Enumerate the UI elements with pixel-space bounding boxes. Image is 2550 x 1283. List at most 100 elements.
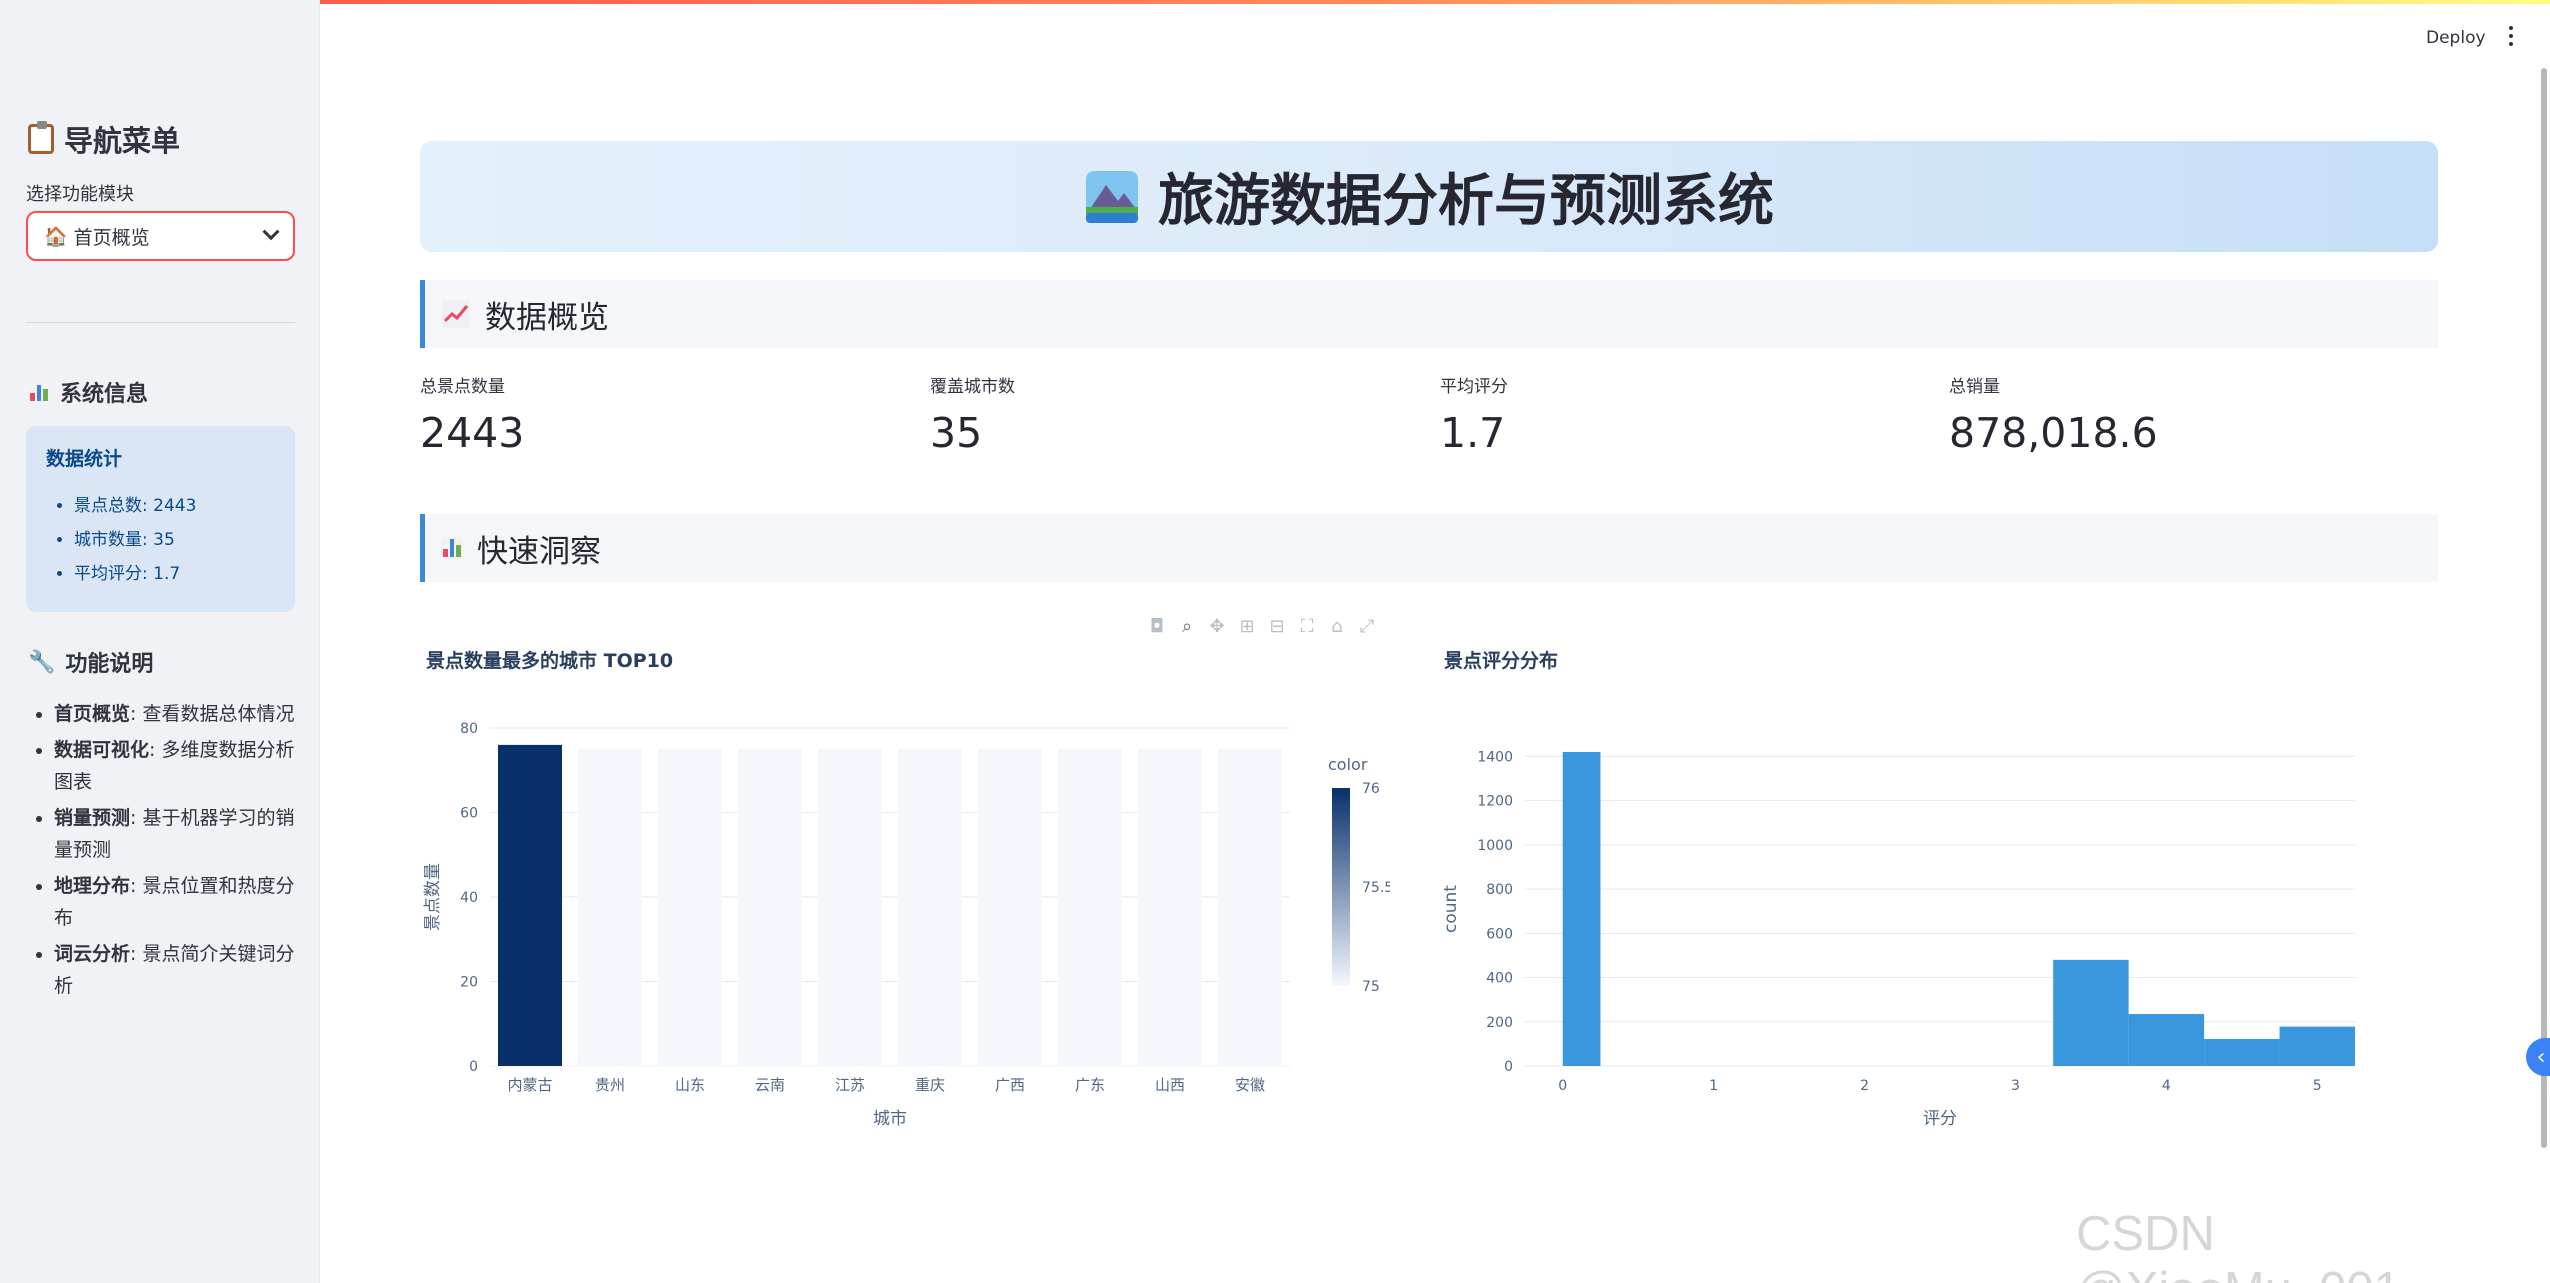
zoom-out-icon[interactable]: ⊟	[1268, 616, 1286, 637]
metric-value: 35	[930, 409, 983, 457]
x-tick-label: 1	[1709, 1078, 1718, 1094]
x-tick-label: 0	[1558, 1078, 1567, 1094]
y-tick-label: 40	[460, 890, 478, 906]
scrollbar[interactable]	[2541, 68, 2547, 1148]
stats-item: 平均评分: 1.7	[74, 559, 275, 584]
city-top10-chart: 0 20 40 60 80 内蒙古 贵州 山东 云南 江苏 重庆 广西 广东 山西 安徽城市 景点数量 colo…	[423, 721, 1390, 1129]
stats-list: 景点总数: 2443 城市数量: 35 平均评分: 1.7	[46, 491, 275, 584]
x-tick-label: 云南	[755, 1076, 785, 1094]
x-tick-label: 重庆	[915, 1076, 945, 1094]
zoom-in-icon[interactable]: ⊞	[1238, 616, 1256, 637]
chart1-title: 景点数量最多的城市 TOP10	[426, 650, 674, 672]
x-axis-label: 城市	[873, 1109, 907, 1129]
feature-item: 地理分布: 景点位置和热度分布	[54, 870, 296, 934]
metric-total-spots: 总景点数量 2443	[420, 372, 524, 457]
bar	[1218, 749, 1282, 1066]
x-tick-label: 5	[2313, 1078, 2322, 1094]
zoom-icon[interactable]: ⌕	[1178, 616, 1196, 637]
metric-value: 878,018.6	[1949, 409, 2158, 457]
histogram-bar	[2204, 1039, 2280, 1066]
y-tick-label: 80	[460, 721, 478, 737]
y-axis-label: count	[1441, 885, 1461, 933]
deploy-button[interactable]: Deploy	[2426, 28, 2486, 48]
x-axis-label: 评分	[1923, 1109, 1957, 1129]
module-select[interactable]: 🏠 首页概览	[26, 211, 295, 261]
x-tick-label: 内蒙古	[507, 1076, 552, 1094]
y-tick-label: 1000	[1477, 838, 1513, 854]
colorbar-title: color	[1328, 755, 1368, 774]
metric-cities: 覆盖城市数 35	[930, 372, 1015, 457]
overview-section-header: 数据概览	[420, 280, 2438, 348]
y-tick-label: 0	[469, 1059, 478, 1075]
x-tick-label: 贵州	[595, 1076, 625, 1094]
bar-chart-icon	[28, 381, 50, 403]
bar	[1058, 749, 1122, 1066]
bar	[658, 749, 722, 1066]
x-tick-label: 3	[2011, 1078, 2020, 1094]
feature-item: 首页概览: 查看数据总体情况	[54, 698, 296, 730]
y-tick-label: 200	[1486, 1015, 1513, 1031]
y-tick-label: 0	[1504, 1059, 1513, 1075]
chevron-down-icon	[262, 223, 280, 241]
chevron-left-icon[interactable]: ‹	[2526, 1038, 2550, 1076]
y-tick-label: 600	[1486, 926, 1513, 942]
y-tick-label: 400	[1486, 971, 1513, 987]
feature-item: 数据可视化: 多维度数据分析图表	[54, 734, 296, 798]
metric-avg-rating: 平均评分 1.7	[1440, 372, 1508, 457]
system-info-heading: 系统信息	[28, 376, 148, 408]
autoscale-icon[interactable]: ⛶	[1298, 616, 1316, 637]
camera-icon[interactable]: ◘	[1148, 616, 1166, 637]
y-tick-label: 20	[460, 975, 478, 991]
y-tick-label: 1400	[1477, 749, 1513, 765]
sidebar-title: 导航菜单	[28, 118, 180, 160]
x-tick-label: 江苏	[835, 1076, 865, 1094]
select-label: 选择功能模块	[26, 184, 134, 205]
bar	[818, 749, 882, 1066]
fullscreen-icon[interactable]: ⤢	[1358, 616, 1376, 637]
metric-value: 2443	[420, 409, 525, 457]
stats-info-box: 数据统计 景点总数: 2443 城市数量: 35 平均评分: 1.7	[26, 426, 295, 612]
top-accent-bar	[0, 0, 2550, 4]
y-tick-label: 1200	[1477, 794, 1513, 810]
stats-box-title: 数据统计	[46, 448, 123, 470]
features-heading: 🔧 功能说明	[28, 649, 154, 678]
bar	[498, 744, 562, 1066]
histogram-bar	[2279, 1026, 2355, 1066]
landscape-icon	[1086, 170, 1138, 223]
y-axis-label: 景点数量	[423, 863, 443, 931]
bar-chart-icon	[441, 537, 463, 559]
metric-label: 覆盖城市数	[930, 377, 1015, 397]
stats-item: 城市数量: 35	[74, 525, 275, 550]
x-tick-label: 山西	[1155, 1076, 1185, 1094]
x-tick-label: 2	[1860, 1078, 1869, 1094]
insights-section-header: 快速洞察	[420, 514, 2438, 582]
metric-label: 总景点数量	[420, 377, 505, 397]
clipboard-icon	[28, 121, 54, 154]
y-tick-label: 60	[460, 806, 478, 822]
home-icon[interactable]: ⌂	[1328, 616, 1346, 637]
feature-item: 销量预测: 基于机器学习的销量预测	[54, 802, 296, 866]
module-select-value: 首页概览	[73, 226, 150, 249]
house-icon: 🏠	[44, 225, 68, 248]
sidebar: 导航菜单 选择功能模块 🏠 首页概览 系统信息 数据统计 景点总数: 2443 …	[0, 0, 320, 1283]
bar	[978, 749, 1042, 1066]
x-tick-label: 山东	[675, 1076, 705, 1094]
histogram-bar	[2128, 1014, 2205, 1066]
watermark: CSDN @XiaoMu_001	[2076, 1207, 2401, 1283]
x-tick-label: 安徽	[1235, 1076, 1265, 1094]
metric-label: 平均评分	[1440, 377, 1508, 397]
colorbar-tick-label: 75.5	[1362, 880, 1390, 896]
feature-item: 词云分析: 景点简介关键词分析	[54, 938, 296, 1002]
x-tick-label: 4	[2162, 1078, 2171, 1094]
bar	[578, 749, 642, 1066]
y-tick-label: 800	[1486, 882, 1513, 898]
x-tick-label: 广东	[1075, 1076, 1105, 1094]
rating-distribution-chart: 0 200 400 600 800 1000 1200 1400 0 1 2 3 4 5 评分 count	[1441, 749, 2355, 1129]
main-menu-icon[interactable]	[2508, 26, 2514, 48]
colorbar	[1332, 788, 1350, 986]
page-banner: 旅游数据分析与预测系统	[420, 141, 2438, 252]
page-title: 旅游数据分析与预测系统	[1158, 169, 1774, 234]
metric-label: 总销量	[1949, 377, 2000, 397]
histogram-bar	[1562, 752, 1601, 1066]
pan-icon[interactable]: ✥	[1208, 616, 1226, 637]
